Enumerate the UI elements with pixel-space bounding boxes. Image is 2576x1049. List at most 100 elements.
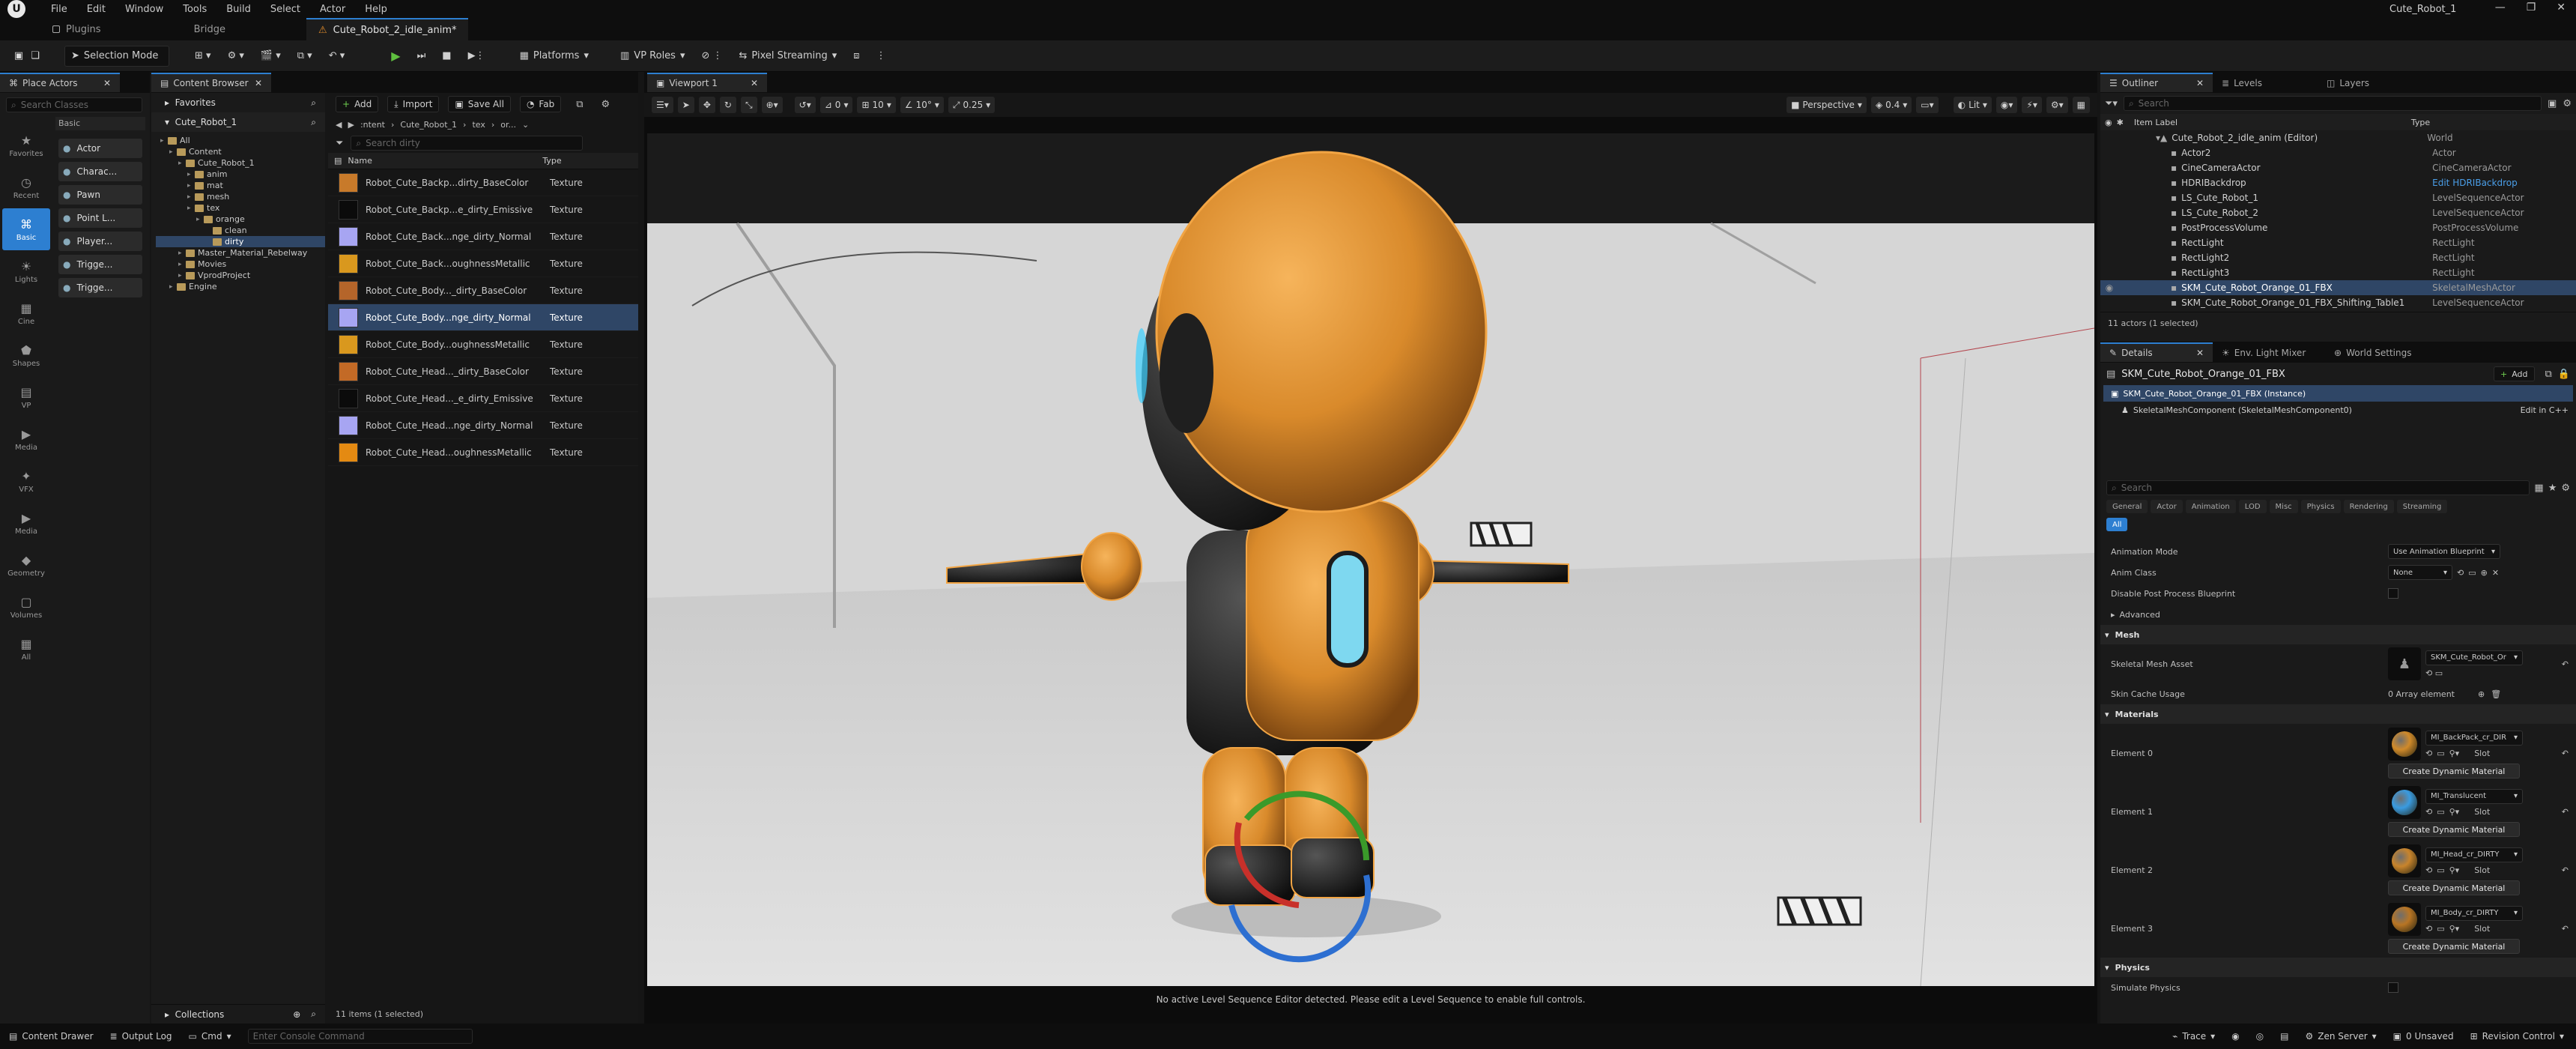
perspective-dropdown[interactable]: ■ Perspective ▾ — [1786, 97, 1867, 113]
column-name[interactable]: Name — [348, 156, 542, 166]
blueprint-icon[interactable]: ⧉ — [2545, 369, 2552, 380]
filter-rendering[interactable]: Rendering — [2343, 500, 2394, 513]
add-component-button[interactable]: + Add — [2494, 366, 2535, 381]
folder-item[interactable]: ▸ Engine — [156, 281, 325, 292]
filter-general[interactable]: General — [2106, 500, 2148, 513]
filter-icon[interactable]: ⏷ — [336, 138, 343, 149]
outliner-row[interactable]: ▪ SKM_Cute_Robot_Orange_01_FBX_Shifting_T… — [2100, 295, 2576, 310]
asset-row[interactable]: Robot_Cute_Body...oughnessMetallic Textur… — [328, 331, 638, 358]
category-all[interactable]: ▦ All — [2, 628, 50, 670]
modes-icon[interactable]: ⧉ ▾ — [291, 46, 318, 67]
column-item-label[interactable]: Item Label — [2134, 118, 2411, 127]
outliner-row[interactable]: ▪ Actor2 Actor — [2100, 145, 2576, 160]
actor-item[interactable]: ● Player... — [58, 232, 142, 251]
add-content-icon[interactable]: ⊞ ▾ — [189, 46, 217, 67]
category-media[interactable]: ▶ Media — [2, 418, 50, 460]
play-button[interactable]: ▶ — [385, 46, 406, 67]
material-options-icon[interactable]: ⚲▾ — [2449, 865, 2460, 875]
project-header[interactable]: Cute_Robot_1 — [175, 117, 237, 127]
expand-collections-icon[interactable]: ▸ — [165, 1009, 169, 1020]
create-dynamic-material-button[interactable]: Create Dynamic Material — [2388, 764, 2520, 779]
asset-row[interactable]: Robot_Cute_Body...nge_dirty_Normal Textur… — [328, 304, 638, 331]
category-lights[interactable]: ☀ Lights — [2, 250, 50, 292]
maximize-icon[interactable]: ❐ — [2527, 1, 2536, 13]
lit-dropdown[interactable]: ◐ Lit ▾ — [1953, 97, 1992, 113]
asset-row[interactable]: Robot_Cute_Body..._dirty_BaseColor Textur… — [328, 277, 638, 304]
rotation-snap[interactable]: ∠ 10° ▾ — [900, 97, 944, 113]
settings-icon[interactable]: ⚙ — [601, 99, 610, 110]
material-thumbnail[interactable] — [2388, 786, 2421, 819]
expand-favorites-icon[interactable]: ▸ — [165, 97, 169, 108]
search-collections-icon[interactable]: ⌕ — [311, 1009, 316, 1020]
forward-icon[interactable]: ▶ — [348, 120, 354, 130]
asset-row[interactable]: Robot_Cute_Back...oughnessMetallic Textur… — [328, 250, 638, 277]
outliner-row[interactable]: ▪ RectLight RectLight — [2100, 235, 2576, 250]
folder-item[interactable]: ▸ Cute_Robot_1 — [156, 157, 325, 169]
menu-help[interactable]: Help — [365, 4, 387, 15]
tab-place-actors[interactable]: ⌘ Place Actors ✕ — [0, 73, 120, 92]
asset-row[interactable]: Robot_Cute_Head..._dirty_BaseColor Textur… — [328, 358, 638, 385]
actor-item[interactable]: ● Pawn — [58, 185, 142, 205]
reset-icon[interactable]: ↶ — [2562, 865, 2569, 875]
reset-icon[interactable]: ↶ — [2562, 749, 2569, 758]
outliner-row[interactable]: ◉ ▪ SKM_Cute_Robot_Orange_01_FBX SkeletalMe… — [2100, 280, 2576, 295]
outliner-row[interactable]: ▪ LS_Cute_Robot_2 LevelSequenceActor — [2100, 205, 2576, 220]
folder-item[interactable]: ▸ anim — [156, 169, 325, 180]
clear-icon[interactable]: ✕ — [2492, 568, 2499, 578]
outliner-row[interactable]: ▪ HDRIBackdrop Edit HDRIBackdrop — [2100, 175, 2576, 190]
stop-button[interactable]: ■ — [436, 46, 457, 67]
revision-control-button[interactable]: ⊞ Revision Control ▾ — [2470, 1031, 2564, 1042]
browse-icon[interactable]: ⟲ — [2425, 924, 2432, 934]
actor-item[interactable]: ● Trigge... — [58, 255, 142, 274]
column-type[interactable]: Type — [542, 156, 561, 166]
select-tool-icon[interactable]: ➤ — [677, 97, 694, 113]
category-shapes[interactable]: ⬟ Shapes — [2, 334, 50, 376]
asset-row[interactable]: Robot_Cute_Head...oughnessMetallic Textur… — [328, 439, 638, 466]
tab-outliner[interactable]: ☰ Outliner ✕ — [2100, 73, 2213, 92]
asset-search-input[interactable]: ⌕ Search dirty — [351, 136, 584, 151]
material-options-icon[interactable]: ⚲▾ — [2449, 924, 2460, 934]
skeletal-mesh-dropdown[interactable]: SKM_Cute_Robot_Or ▾ — [2425, 650, 2523, 665]
viewport-menu-icon[interactable]: ☰▾ — [652, 97, 673, 113]
material-options-icon[interactable]: ⚲▾ — [2449, 807, 2460, 817]
advanced-row[interactable]: ▸ Advanced — [2111, 604, 2569, 625]
actor-item[interactable]: ● Trigge... — [58, 278, 142, 297]
path-segment[interactable]: Cute_Robot_1 — [400, 120, 457, 130]
scale-snap[interactable]: ⤢ 0.25 ▾ — [948, 97, 995, 113]
grid-view-icon[interactable]: ▦ — [2534, 483, 2543, 494]
menu-build[interactable]: Build — [226, 4, 251, 15]
material-thumbnail[interactable] — [2388, 903, 2421, 936]
lock-icon[interactable]: 🔒 — [2558, 369, 2570, 380]
selection-mode-dropdown[interactable]: ➤ Selection Mode — [64, 45, 169, 67]
content-drawer-button[interactable]: ▤ Content Drawer — [9, 1031, 94, 1042]
details-search-input[interactable]: ⌕ Search — [2106, 480, 2530, 495]
folder-icon[interactable]: ▭ — [2437, 865, 2444, 875]
folder-icon[interactable]: ▭ — [2435, 668, 2443, 678]
back-icon[interactable]: ◀ — [336, 120, 342, 130]
outliner-row[interactable]: ▪ LS_Cute_Robot_1 LevelSequenceActor — [2100, 190, 2576, 205]
rotate-tool-icon[interactable]: ↻ — [719, 97, 736, 113]
close-tab-icon[interactable]: ✕ — [751, 78, 758, 88]
path-segment[interactable]: :ntent — [360, 120, 385, 130]
mesh-section[interactable]: ▾ Mesh — [2100, 625, 2576, 644]
platforms-dropdown[interactable]: ▦ Platforms ▾ — [514, 46, 595, 67]
cinematics-icon[interactable]: 🎬 ▾ — [255, 46, 287, 67]
outliner-row[interactable]: ▪ RectLight2 RectLight — [2100, 250, 2576, 265]
browse-icon[interactable]: ⟲ — [2425, 749, 2432, 758]
dock-icon[interactable]: ⧉ — [576, 99, 583, 110]
multiuser-icon[interactable]: ⊘ ⋮ — [695, 46, 728, 67]
snap-zero[interactable]: ⊿ 0 ▾ — [819, 97, 853, 113]
edit-cpp-link[interactable]: Edit in C++ — [2521, 405, 2569, 415]
filter-icon[interactable]: ⏷▾ — [2105, 98, 2118, 109]
animation-mode-dropdown[interactable]: Use Animation Blueprint ▾ — [2388, 544, 2500, 559]
zen-server-button[interactable]: ⚙ Zen Server ▾ — [2306, 1031, 2377, 1042]
grid-snap[interactable]: ⊞ 10 ▾ — [857, 97, 896, 113]
disable-pp-checkbox[interactable] — [2388, 588, 2398, 599]
material-thumbnail[interactable] — [2388, 844, 2421, 877]
close-tab-icon[interactable]: ✕ — [255, 78, 262, 88]
add-icon[interactable]: ⊕ — [2481, 568, 2488, 578]
filter-all[interactable]: All — [2106, 518, 2128, 531]
folder-item[interactable]: ▸ tex — [156, 202, 325, 214]
materials-section[interactable]: ▾ Materials — [2100, 704, 2576, 724]
outliner-row[interactable]: ▪ CineCameraActor CineCameraActor — [2100, 160, 2576, 175]
